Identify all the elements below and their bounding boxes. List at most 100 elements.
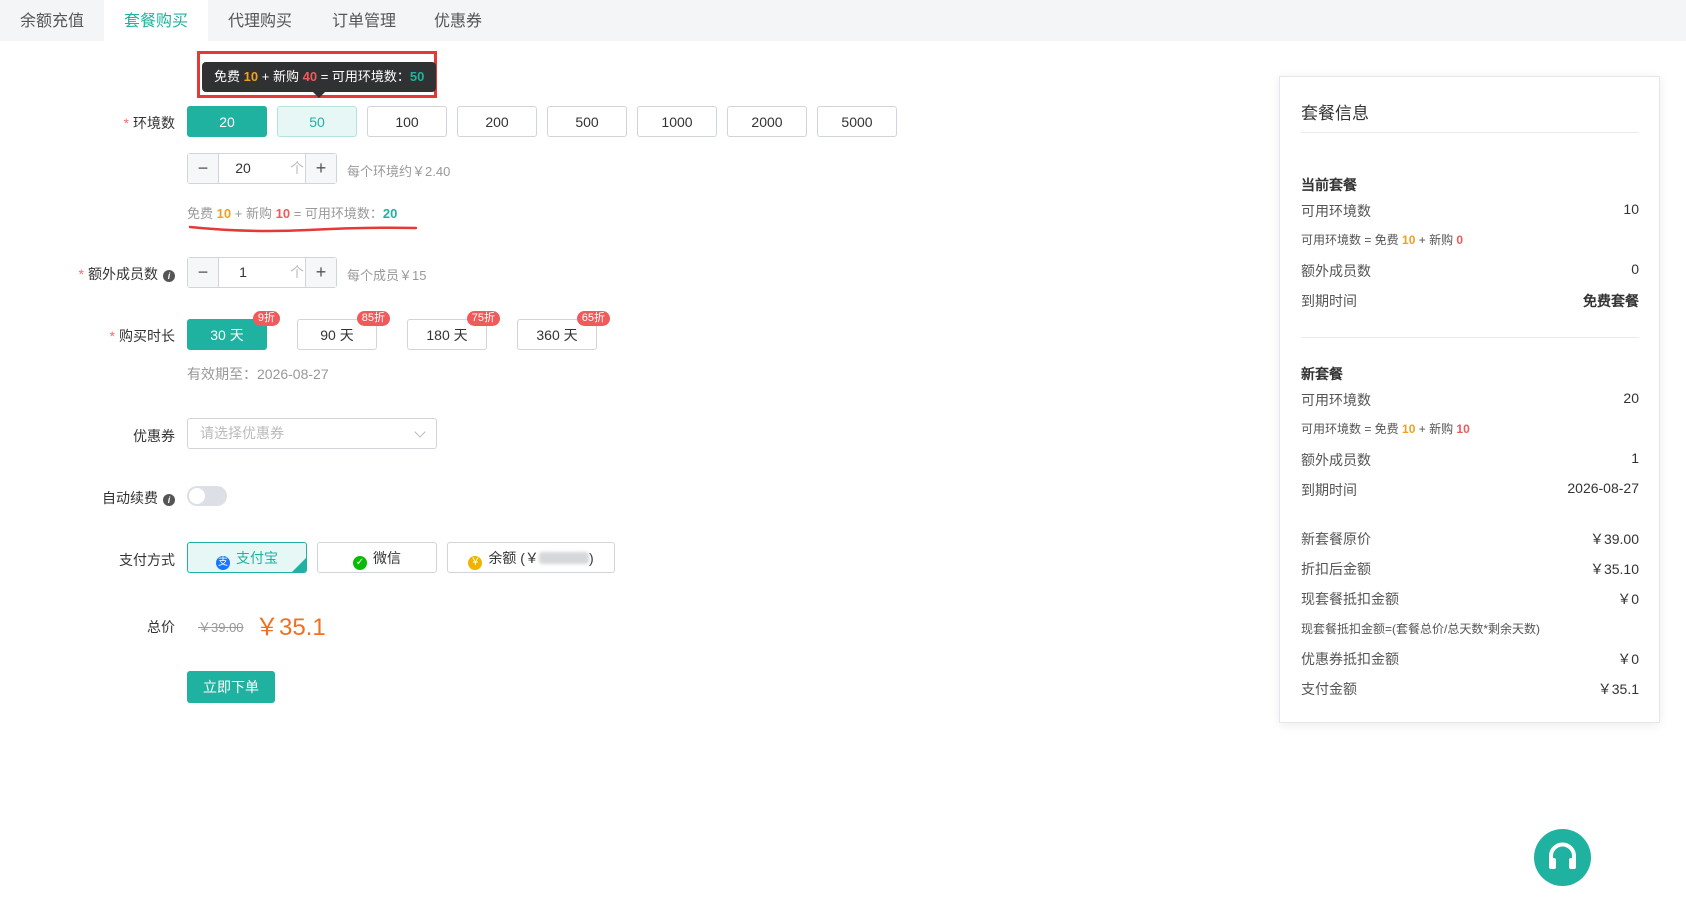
env-option-5000[interactable]: 5000 [817,106,897,137]
original-price: ￥39.00 [198,620,244,635]
row-value: 免费套餐 [1583,293,1639,309]
summary-free-label: 免费 [187,206,214,221]
coupon-deduct-row: 优惠券抵扣金额 ￥0 [1301,649,1639,669]
deduct-formula-note: 现套餐抵扣金额=(套餐总价/总天数*剩余天数) [1301,622,1541,636]
tab-balance-recharge[interactable]: 余额充值 [0,0,104,41]
current-package-title: 当前套餐 [1301,177,1357,193]
tooltip-equals: = [320,69,329,84]
annotation-underline [188,225,418,233]
coupon-select[interactable]: 请选择优惠券 [187,418,437,449]
row-label: 额外成员数 [1301,452,1371,468]
env-option-100[interactable]: 100 [367,106,447,137]
env-count-label: * 环境数 [123,115,175,131]
tooltip-avail-label: 可用环境数： [331,69,410,84]
env-option-50[interactable]: 50 [277,106,357,137]
row-value: ￥35.1 [1597,681,1639,697]
info-icon[interactable]: i [163,494,175,506]
summary-avail-label: 可用环境数： [304,206,383,221]
discount-badge: 85折 [356,311,390,326]
formula-new: 10 [1456,422,1470,436]
env-option-200[interactable]: 200 [457,106,537,137]
formula-mid: + 新购 [1418,233,1454,247]
duration-option-180[interactable]: 180 天 75折 [407,311,500,350]
members-label: * 额外成员数 i [55,264,175,284]
env-count-tooltip: 免费 10 + 新购 40 = 可用环境数：50 [202,62,437,98]
duration-option-90[interactable]: 90 天 85折 [297,311,390,350]
pay-alipay-button[interactable]: 支支付宝 [187,542,307,573]
duration-label: * 购买时长 [109,328,175,344]
members-unit: 个 [290,264,304,280]
tab-coupons[interactable]: 优惠券 [416,0,500,41]
duration-option-label: 360 天 [536,327,578,343]
pay-balance-button[interactable]: ￥ 余额 (￥) [447,542,615,573]
tab-package-purchase[interactable]: 套餐购买 [104,0,208,41]
members-input[interactable]: 1 [218,258,268,287]
row-label: 到期时间 [1301,293,1357,309]
tooltip-plus: + [261,69,270,84]
tab-agent-purchase[interactable]: 代理购买 [208,0,312,41]
formula-prefix: 可用环境数 = 免费 [1301,233,1399,247]
summary-new-label: 新购 [245,206,272,221]
current-expiry-row: 到期时间 免费套餐 [1301,291,1639,311]
members-increment-button[interactable]: + [305,258,336,287]
summary-equals: = [293,206,302,221]
auto-renew-toggle[interactable] [187,486,227,506]
coupon-placeholder: 请选择优惠券 [200,425,284,441]
formula-free: 10 [1402,422,1416,436]
row-value: ￥0 [1617,651,1639,667]
pay-alipay-label: 支付宝 [236,550,278,566]
pay-balance-suffix: ) [588,550,594,566]
summary-new-value: 10 [275,206,291,221]
duration-option-label: 180 天 [426,327,468,343]
alipay-icon: 支 [216,556,230,570]
members-price-hint: 每个成员￥15 [347,268,427,283]
divider [1301,337,1639,338]
toggle-knob [189,488,205,504]
new-expiry-row: 到期时间 2026-08-27 [1301,480,1639,500]
env-option-1000[interactable]: 1000 [637,106,717,137]
row-label: 可用环境数 [1301,392,1371,408]
env-option-500[interactable]: 500 [547,106,627,137]
current-formula-row: 可用环境数 = 免费 10 + 新购 0 [1301,231,1639,248]
package-purchase-page: 余额充值 套餐购买 代理购买 订单管理 优惠券 免费 10 + 新购 40 = … [0,0,1686,914]
formula-new: 0 [1456,233,1464,247]
row-label: 现套餐抵扣金额 [1301,591,1399,607]
new-package-title: 新套餐 [1301,366,1343,382]
pay-wechat-label: 微信 [373,550,401,566]
tooltip-free-label: 免费 [214,69,241,84]
payment-label: 支付方式 [55,550,175,570]
total-price: ￥35.1 [255,614,326,641]
money-bag-icon: ￥ [468,556,483,570]
env-count-input[interactable]: 20 [218,154,268,183]
row-value: 1 [1631,450,1639,466]
duration-option-label: 90 天 [320,327,354,343]
pay-wechat-button[interactable]: ✓ 微信 [317,542,437,573]
env-price-hint: 每个环境约￥2.40 [347,164,451,179]
env-option-20[interactable]: 20 [187,106,267,137]
expiry-date-text: 有效期至：2026-08-27 [187,366,329,382]
duration-option-30[interactable]: 30 天 9折 [187,311,280,350]
env-count-label-text: 环境数 [133,115,175,131]
info-icon[interactable]: i [163,270,175,282]
env-count-unit: 个 [290,160,304,176]
chevron-down-icon [414,426,426,438]
env-decrement-button[interactable]: − [188,154,219,183]
env-option-2000[interactable]: 2000 [727,106,807,137]
row-value: 2026-08-27 [1567,480,1639,496]
place-order-button[interactable]: 立即下单 [187,671,275,703]
row-value: 20 [1623,390,1639,406]
members-label-text: 额外成员数 [88,266,158,282]
env-increment-button[interactable]: + [305,154,336,183]
discount-badge: 65折 [576,311,610,326]
env-count-stepper: − 20 个 + [187,153,337,184]
members-decrement-button[interactable]: − [188,258,219,287]
duration-option-360[interactable]: 360 天 65折 [517,311,610,350]
tab-bar: 余额充值 套餐购买 代理购买 订单管理 优惠券 [0,0,1686,41]
duration-label-text: 购买时长 [119,328,175,344]
row-value: ￥0 [1617,591,1639,607]
new-avail-row: 可用环境数 20 [1301,390,1639,410]
tab-order-management[interactable]: 订单管理 [312,0,416,41]
customer-service-button[interactable] [1534,829,1591,886]
tooltip-free-value: 10 [243,69,259,84]
current-deduct-row: 现套餐抵扣金额 ￥0 [1301,589,1639,609]
